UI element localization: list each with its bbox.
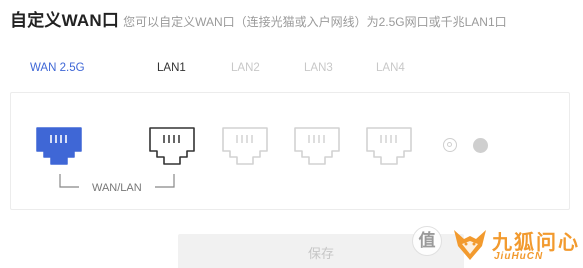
page-subtitle: 您可以自定义WAN口（连接光猫或入户网线）为2.5G网口或千兆LAN1口 [123, 15, 507, 29]
indicator-dot-icon [473, 138, 488, 153]
port-tab-lan3: LAN3 [304, 62, 333, 74]
port-tab-wan-2-5g[interactable]: WAN 2.5G [30, 62, 85, 74]
section-header: 自定义WAN口 您可以自定义WAN口（连接光猫或入户网线）为2.5G网口或千兆L… [10, 6, 507, 32]
lan4-port-icon [366, 127, 412, 165]
port-selector: WAN 2.5G LAN1 LAN2 LAN3 LAN4 [0, 62, 583, 80]
page-title: 自定义WAN口 [10, 11, 120, 30]
lan2-port-icon [222, 127, 268, 165]
wan-port-icon[interactable] [36, 127, 82, 165]
zhi-badge-icon: 值 [412, 226, 442, 256]
port-tab-lan4: LAN4 [376, 62, 405, 74]
fox-logo-icon [454, 230, 486, 260]
wan-lan-label: WAN/LAN [89, 182, 145, 194]
site-watermark: 值 九狐问心 JiuHuCN [412, 224, 580, 268]
indicator-ring-icon [443, 138, 457, 152]
port-panel: WAN/LAN [10, 92, 570, 210]
lan1-port-icon[interactable] [149, 127, 195, 165]
watermark-english-text: JiuHuCN [494, 251, 544, 262]
lan3-port-icon [294, 127, 340, 165]
wan-settings-page: 自定义WAN口 您可以自定义WAN口（连接光猫或入户网线）为2.5G网口或千兆L… [0, 0, 583, 268]
port-tab-lan2: LAN2 [231, 62, 260, 74]
port-tab-lan1[interactable]: LAN1 [157, 62, 186, 74]
